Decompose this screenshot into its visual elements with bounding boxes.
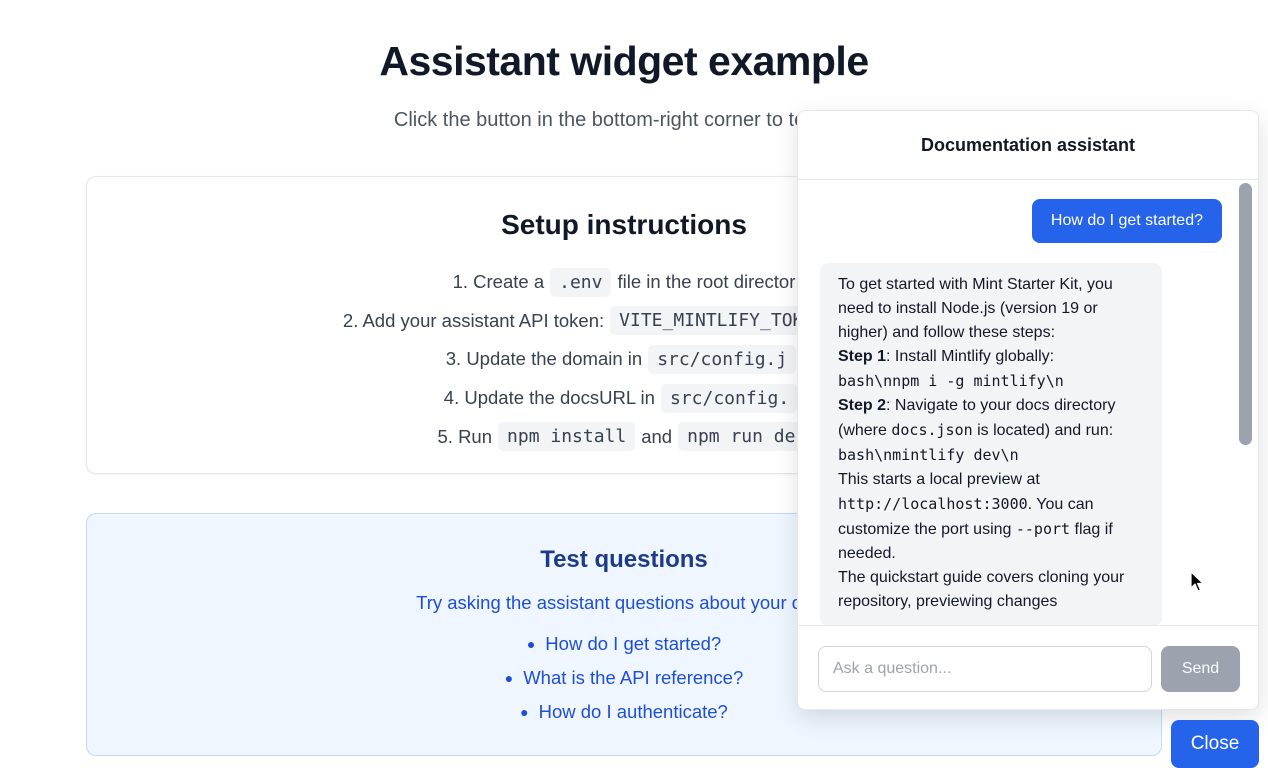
message-text: This starts a local preview at [838, 471, 1040, 488]
message-code: docs.json [891, 421, 973, 439]
step-code: src/config. [660, 383, 799, 413]
message-text: is located) and run: [977, 422, 1114, 439]
step-text: 2. Add your assistant API token: [342, 309, 605, 331]
assistant-header: Documentation assistant [798, 111, 1258, 180]
step-text: 1. Create a [452, 271, 545, 293]
message-text: : Install Mintlify globally: [886, 348, 1055, 365]
step-code: .env [550, 267, 612, 297]
user-message: How do I get started? [1031, 199, 1222, 243]
page-title: Assistant widget example [379, 38, 869, 84]
step-code: npm install [498, 422, 636, 452]
bullet-icon: ● [520, 704, 529, 720]
message-code: --port [1015, 520, 1071, 538]
message-code: http://localhost:3000 [838, 495, 1028, 513]
step-text: file in the root director [617, 271, 796, 293]
mouse-cursor-icon [1190, 571, 1204, 592]
question-input[interactable] [818, 646, 1152, 692]
input-bar: Send [798, 625, 1258, 709]
test-question-link[interactable]: How do I get started? [545, 633, 721, 655]
step-text: 3. Update the domain in [445, 348, 643, 370]
message-code: bash\nmintlify dev\n [838, 446, 1019, 464]
bullet-icon: ● [504, 670, 514, 686]
message-bold: Step 1 [838, 348, 887, 365]
message-scrollbar[interactable] [1239, 183, 1252, 445]
message-text: The quickstart guide covers cloning your… [838, 569, 1125, 610]
step-code: src/config.j [648, 344, 797, 374]
message-list[interactable]: How do I get started? To get started wit… [798, 180, 1258, 625]
message-code: bash\nnpm i -g mintlify\n [838, 372, 1064, 390]
assistant-widget: Documentation assistant How do I get sta… [797, 110, 1259, 710]
step-code: npm run de [678, 422, 805, 452]
send-button[interactable]: Send [1161, 646, 1240, 692]
assistant-message: To get started with Mint Starter Kit, yo… [820, 263, 1162, 625]
close-button[interactable]: Close [1171, 720, 1259, 768]
message-bold: Step 2 [838, 397, 887, 414]
bullet-icon: ● [526, 636, 536, 652]
step-text: and [641, 425, 673, 447]
test-question-link[interactable]: What is the API reference? [523, 667, 743, 689]
message-text: To get started with Mint Starter Kit, yo… [838, 276, 1113, 341]
test-question-link[interactable]: How do I authenticate? [539, 701, 728, 723]
step-text: 5. Run [437, 425, 493, 447]
step-text: 4. Update the docsURL in [443, 387, 655, 409]
